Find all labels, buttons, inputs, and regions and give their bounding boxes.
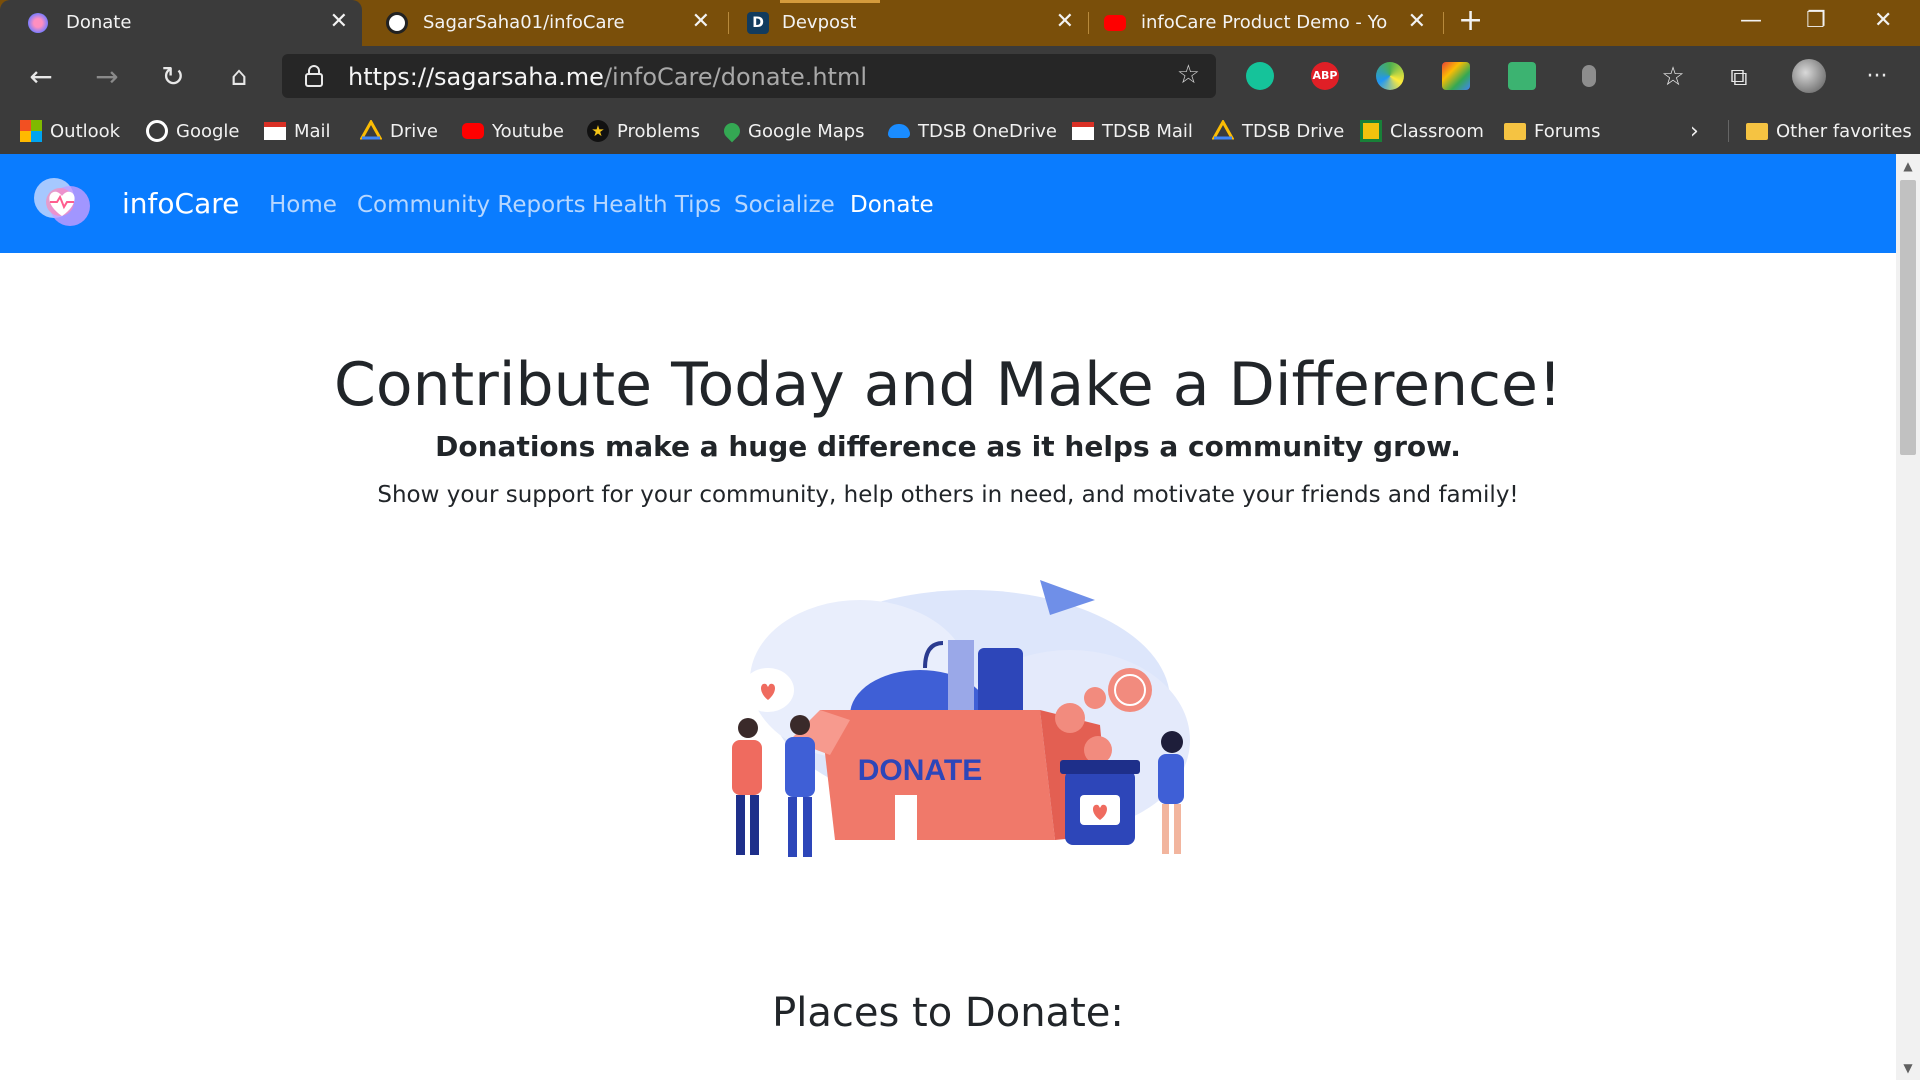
more-icon[interactable]: ··· [1860, 60, 1894, 94]
close-icon[interactable]: ✕ [330, 9, 348, 35]
site-navbar: infoCare Home Community Reports Health T… [0, 154, 1896, 253]
address-bar[interactable]: https://sagarsaha.me/infoCare/donate.htm… [282, 54, 1216, 98]
favorites-bar: Outlook Google Mail Drive Youtube ★ Prob… [0, 108, 1920, 154]
nav-donate[interactable]: Donate [850, 192, 934, 218]
page-lead: Show your support for your community, he… [377, 482, 1519, 508]
nav-community-reports[interactable]: Community Reports [357, 192, 586, 218]
extension-icon[interactable] [1582, 65, 1596, 87]
close-icon[interactable]: ✕ [1056, 9, 1074, 35]
youtube-icon [462, 123, 484, 139]
lock-icon [305, 65, 323, 87]
tab-title: infoCare Product Demo - YouTube [1141, 12, 1388, 33]
tab-youtube[interactable]: infoCare Product Demo - YouTube ✕ [1090, 0, 1440, 46]
grammarly-icon[interactable] [1246, 62, 1274, 90]
page-subtitle: Donations make a huge difference as it h… [435, 430, 1461, 463]
browser-toolbar: ← → ↻ ⌂ https://sagarsaha.me/infoCare/do… [0, 46, 1920, 108]
home-icon[interactable]: ⌂ [222, 60, 256, 94]
chevron-right-icon[interactable]: › [1690, 108, 1699, 154]
extension-icon[interactable] [1442, 62, 1470, 90]
bookmark-google-maps[interactable]: Google Maps [720, 108, 865, 154]
infocare-heart-logo[interactable] [30, 172, 94, 232]
tab-title: SagarSaha01/infoCare [423, 12, 625, 33]
bookmark-mail[interactable]: Mail [264, 108, 331, 154]
tab-github[interactable]: SagarSaha01/infoCare ✕ [366, 0, 724, 46]
microsoft-icon [20, 120, 42, 142]
section-title: Places to Donate: [772, 990, 1124, 1036]
extension-icon[interactable] [1508, 62, 1536, 90]
gmail-icon [264, 122, 286, 140]
scroll-thumb[interactable] [1900, 180, 1916, 455]
nav-socialize[interactable]: Socialize [734, 192, 835, 218]
bookmark-forums[interactable]: Forums [1504, 108, 1600, 154]
maps-pin-icon [720, 119, 744, 143]
tab-title: Devpost [782, 12, 857, 33]
bookmark-problems[interactable]: ★ Problems [587, 108, 700, 154]
scroll-up-icon[interactable]: ▲ [1900, 158, 1916, 174]
avatar[interactable] [1792, 59, 1826, 93]
tab-devpost[interactable]: D Devpost ✕ [730, 0, 1088, 46]
bookmark-tdsb-mail[interactable]: TDSB Mail [1072, 108, 1193, 154]
bookmark-classroom[interactable]: Classroom [1360, 108, 1484, 154]
refresh-icon[interactable]: ↻ [156, 60, 190, 94]
drive-icon [360, 120, 382, 140]
infocare-heart-icon [28, 13, 48, 33]
scroll-down-icon[interactable]: ▼ [1900, 1060, 1916, 1076]
folder-icon [1746, 122, 1768, 140]
bookmark-google[interactable]: Google [146, 108, 239, 154]
url-host: https://sagarsaha.me [348, 63, 604, 91]
bookmark-tdsb-onedrive[interactable]: TDSB OneDrive [888, 108, 1057, 154]
page-title: Contribute Today and Make a Difference! [333, 350, 1562, 420]
bookmark-other-favorites[interactable]: Other favorites [1746, 108, 1912, 154]
drive-icon [1212, 120, 1234, 140]
nav-health-tips[interactable]: Health Tips [592, 192, 721, 218]
new-tab-button[interactable]: + [1458, 6, 1483, 36]
adblock-icon[interactable]: ABP [1311, 62, 1339, 90]
extension-icon[interactable] [1376, 62, 1404, 90]
onedrive-cloud-icon [888, 124, 910, 138]
classroom-icon [1360, 120, 1382, 142]
bookmark-youtube[interactable]: Youtube [462, 108, 564, 154]
tab-donate[interactable]: Donate ✕ [0, 0, 362, 46]
brand-name[interactable]: infoCare [122, 187, 239, 220]
star-badge-icon: ★ [587, 120, 609, 142]
browser-tab-strip: Donate ✕ SagarSaha01/infoCare ✕ D Devpos… [0, 0, 1920, 46]
collections-icon[interactable]: ⧉ [1722, 60, 1756, 94]
url-path: /infoCare/donate.html [603, 63, 868, 91]
gmail-icon [1072, 122, 1094, 140]
google-icon [146, 120, 168, 142]
donate-illustration: DONATE [732, 580, 1190, 857]
folder-icon [1504, 122, 1526, 140]
page-scrollbar[interactable]: ▲ ▼ [1896, 154, 1920, 1080]
star-icon[interactable]: ☆ [1177, 60, 1200, 90]
restore-icon[interactable]: ❐ [1806, 6, 1826, 36]
bookmark-drive[interactable]: Drive [360, 108, 438, 154]
youtube-icon [1104, 15, 1126, 31]
box-label: DONATE [858, 754, 982, 787]
window-close-icon[interactable]: ✕ [1874, 6, 1892, 36]
url-text: https://sagarsaha.me/infoCare/donate.htm… [348, 63, 867, 91]
devpost-icon: D [747, 12, 769, 34]
favorites-icon[interactable]: ☆ [1656, 60, 1690, 94]
bookmark-outlook[interactable]: Outlook [20, 108, 120, 154]
tab-title: Donate [66, 12, 132, 33]
forward-icon[interactable]: → [90, 60, 124, 94]
minimize-icon[interactable]: — [1740, 6, 1762, 36]
close-icon[interactable]: ✕ [1408, 9, 1426, 35]
nav-home[interactable]: Home [269, 192, 337, 218]
bookmark-tdsb-drive[interactable]: TDSB Drive [1212, 108, 1344, 154]
close-icon[interactable]: ✕ [692, 9, 710, 35]
github-icon [386, 12, 408, 34]
back-icon[interactable]: ← [24, 60, 58, 94]
